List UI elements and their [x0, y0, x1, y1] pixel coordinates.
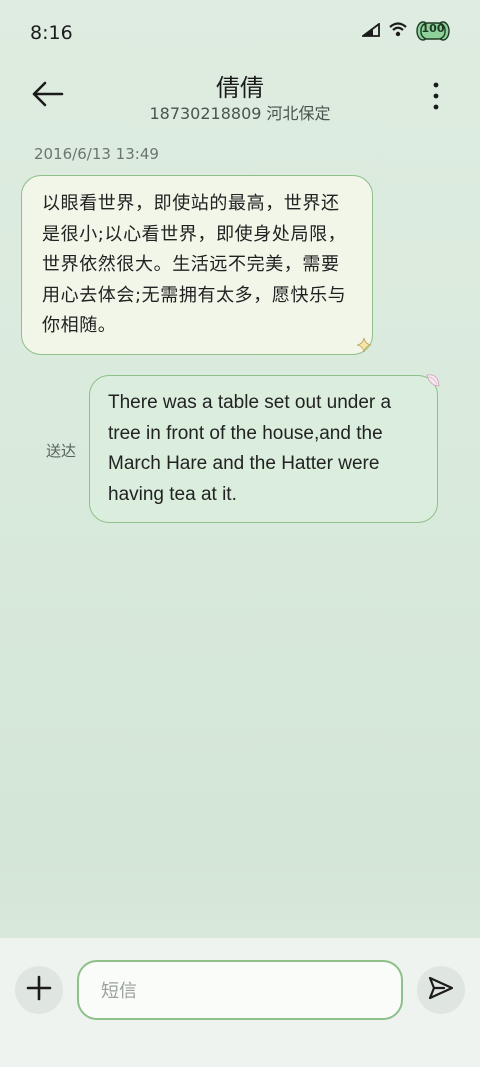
- composer-bar: 短信: [0, 938, 480, 1067]
- battery-icon: 100: [416, 20, 450, 42]
- battery-level: 100: [421, 22, 445, 35]
- outgoing-message-bubble[interactable]: There was a table set out under a tree i…: [89, 375, 438, 523]
- status-icons: 100: [360, 20, 450, 42]
- message-input[interactable]: 短信: [77, 960, 403, 1020]
- delivery-status: 送达: [46, 442, 77, 460]
- status-bar: 8:16 100: [0, 0, 480, 64]
- incoming-message-bubble[interactable]: 以眼看世界，即使站的最高，世界还是很小;以心看世界，即使身处局限，世界依然很大。…: [21, 175, 373, 355]
- signal-icon: [360, 21, 380, 41]
- contact-detail: 18730218809 河北保定: [149, 104, 331, 123]
- send-button[interactable]: [417, 966, 465, 1014]
- more-options-button[interactable]: [428, 78, 444, 114]
- add-attachment-button[interactable]: [15, 966, 63, 1014]
- conversation-header: 倩倩 18730218809 河北保定: [0, 64, 480, 144]
- more-vertical-icon: [428, 82, 444, 118]
- wifi-icon: [388, 21, 408, 41]
- petal-decoration-icon: [424, 372, 442, 394]
- send-icon: [427, 974, 455, 1006]
- contact-name: 倩倩: [216, 74, 264, 102]
- status-time: 8:16: [30, 22, 73, 44]
- sparkle-icon: [356, 337, 372, 357]
- message-timestamp: 2016/6/13 13:49: [34, 145, 159, 163]
- message-input-placeholder: 短信: [101, 981, 137, 1002]
- plus-icon: [26, 975, 52, 1005]
